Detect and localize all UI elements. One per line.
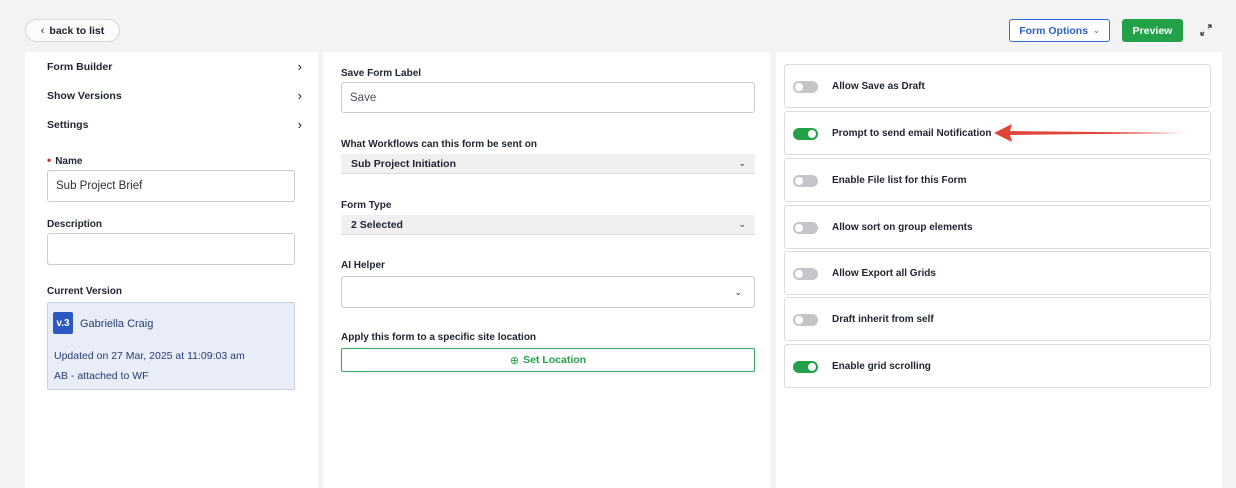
chevron-right-icon: ›: [297, 88, 302, 103]
red-arrow-annotation-icon: [994, 124, 1184, 142]
nav-item-settings[interactable]: Settings ›: [47, 117, 302, 132]
nav-item-label: Show Versions: [47, 89, 122, 102]
description-field[interactable]: [47, 233, 295, 265]
ai-helper-select[interactable]: ⌄: [341, 276, 755, 308]
expand-icon[interactable]: [1198, 22, 1214, 38]
chevron-down-icon: ⌄: [1093, 26, 1100, 35]
form-options-panel: Allow Save as Draft Prompt to send email…: [776, 52, 1222, 488]
chevron-left-icon: ‹: [40, 24, 45, 37]
option-row: Enable grid scrolling: [784, 344, 1211, 388]
chevron-right-icon: ›: [297, 117, 302, 132]
form-type-title: Form Type: [341, 200, 392, 211]
current-version-label: Current Version: [47, 286, 123, 297]
save-form-label-input[interactable]: Save: [341, 82, 755, 113]
set-location-button[interactable]: ⊕ Set Location: [341, 348, 755, 372]
required-dot-icon: •: [47, 153, 52, 167]
nav-item-label: Settings: [47, 118, 89, 131]
option-label: Allow sort on group elements: [832, 222, 973, 233]
form-type-select[interactable]: 2 Selected ⌄: [341, 215, 755, 235]
toggle-switch[interactable]: [793, 361, 818, 373]
workflows-title: What Workflows can this form be sent on: [341, 139, 537, 150]
description-label: Description: [47, 219, 103, 230]
name-label: • Name: [47, 153, 83, 167]
form-settings-panel: Save Form Label Save What Workflows can …: [323, 52, 770, 488]
nav-item-label: Form Builder: [47, 60, 113, 73]
version-note: AB - attached to WF: [54, 370, 149, 382]
option-label: Enable grid scrolling: [832, 361, 931, 372]
toggle-switch[interactable]: [793, 128, 818, 140]
option-label: Prompt to send email Notification: [832, 128, 992, 139]
preview-button[interactable]: Preview: [1122, 19, 1183, 42]
chevron-down-icon: ⌄: [734, 286, 742, 297]
toggle-switch[interactable]: [793, 222, 818, 234]
form-options-dropdown[interactable]: Form Options ⌄: [1009, 19, 1110, 42]
option-label: Draft inherit from self: [832, 314, 934, 325]
option-row: Allow Export all Grids: [784, 251, 1211, 295]
option-row: Allow Save as Draft: [784, 64, 1211, 108]
option-row: Enable File list for this Form: [784, 158, 1211, 202]
nav-item-form-builder[interactable]: Form Builder ›: [47, 59, 302, 74]
toggle-switch[interactable]: [793, 314, 818, 326]
option-row: Draft inherit from self: [784, 297, 1211, 341]
save-form-label-title: Save Form Label: [341, 68, 422, 79]
chevron-right-icon: ›: [297, 59, 302, 74]
form-options-label: Form Options: [1019, 24, 1089, 37]
version-badge: v.3: [53, 312, 73, 334]
form-type-value: 2 Selected: [351, 218, 403, 231]
back-to-list-label: back to list: [49, 24, 105, 37]
chevron-down-icon: ⌄: [738, 158, 746, 168]
set-location-label: Set Location: [523, 354, 587, 366]
current-version-card[interactable]: v.3 Gabriella Craig Updated on 27 Mar, 2…: [47, 302, 295, 390]
location-title: Apply this form to a specific site locat…: [341, 332, 537, 343]
target-icon: ⊕: [509, 354, 520, 367]
nav-item-show-versions[interactable]: Show Versions ›: [47, 88, 302, 103]
option-label: Allow Export all Grids: [832, 268, 936, 279]
option-label: Allow Save as Draft: [832, 81, 925, 92]
version-updated: Updated on 27 Mar, 2025 at 11:09:03 am: [54, 350, 245, 362]
workflows-select[interactable]: Sub Project Initiation ⌄: [341, 154, 755, 174]
name-field[interactable]: Sub Project Brief: [47, 170, 295, 202]
toggle-switch[interactable]: [793, 81, 818, 93]
option-label: Enable File list for this Form: [832, 175, 967, 186]
back-to-list-button[interactable]: ‹ back to list: [25, 19, 120, 42]
toggle-switch[interactable]: [793, 175, 818, 187]
option-row: Allow sort on group elements: [784, 205, 1211, 249]
workflows-value: Sub Project Initiation: [351, 157, 457, 170]
left-settings-panel: Form Builder › Show Versions › Settings …: [25, 52, 318, 488]
version-author: Gabriella Craig: [80, 318, 154, 330]
chevron-down-icon: ⌄: [738, 219, 746, 229]
toggle-switch[interactable]: [793, 268, 818, 280]
ai-helper-title: AI Helper: [341, 260, 385, 271]
